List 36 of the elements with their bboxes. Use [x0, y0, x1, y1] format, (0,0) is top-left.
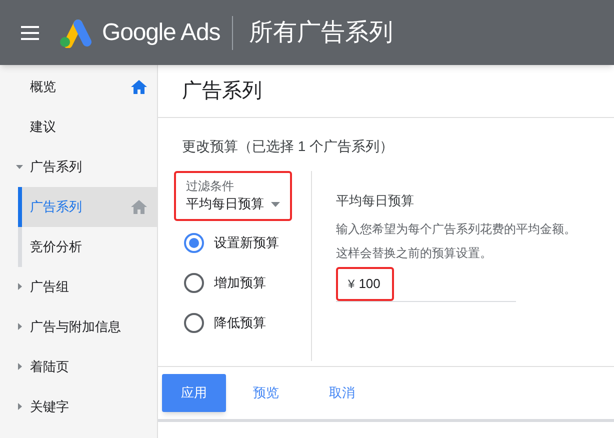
caret-right-icon[interactable]: [18, 323, 22, 330]
text-button[interactable]: 预览: [230, 374, 302, 412]
menu-icon[interactable]: [20, 24, 40, 40]
caret-right-icon[interactable]: [18, 403, 22, 410]
radio-label: 设置新预算: [214, 234, 279, 252]
radio-label: 增加预算: [214, 274, 266, 292]
logo-icon: [58, 18, 92, 48]
radio-button[interactable]: [184, 313, 204, 333]
radio-label: 降低预算: [214, 314, 266, 332]
filter-dropdown[interactable]: 过滤条件 平均每日预算: [174, 171, 292, 221]
sidebar-item[interactable]: 广告与附加信息: [0, 307, 157, 347]
budget-input[interactable]: ¥ 100: [336, 266, 394, 300]
section-title: 更改预算（已选择 1 个广告系列）: [182, 137, 395, 156]
radio-button[interactable]: [184, 273, 204, 293]
budget-title: 平均每日预算: [336, 192, 415, 210]
home-icon[interactable]: [131, 200, 147, 214]
description-text: 输入您希望为每个广告系列花费的平均金额。: [336, 220, 576, 236]
sidebar-item[interactable]: 概览: [0, 67, 157, 107]
apply-button[interactable]: 应用: [162, 374, 226, 412]
text-button[interactable]: 取消: [306, 374, 378, 412]
caret-down-icon: [271, 202, 280, 206]
sidebar-item[interactable]: 关键字: [0, 387, 157, 427]
caret-right-icon[interactable]: [18, 363, 22, 370]
sidebar-item[interactable]: 着陆页: [0, 347, 157, 387]
sidebar-subitem[interactable]: 竞价分析: [18, 227, 157, 267]
sidebar-item[interactable]: 广告组: [0, 267, 157, 307]
sidebar-item[interactable]: 建议: [0, 107, 157, 147]
page-title: 广告系列: [182, 79, 262, 104]
caret-right-icon[interactable]: [18, 283, 22, 290]
radio-button[interactable]: [184, 233, 204, 253]
home-icon[interactable]: [131, 80, 147, 94]
sidebar-item[interactable]: 广告系列: [0, 147, 157, 187]
description-text: 这样会替换之前的预算设置。: [336, 244, 493, 260]
page-heading: 所有广告系列: [249, 18, 394, 48]
brand-name: Google Ads: [102, 18, 220, 48]
caret-down-icon[interactable]: [16, 165, 23, 169]
